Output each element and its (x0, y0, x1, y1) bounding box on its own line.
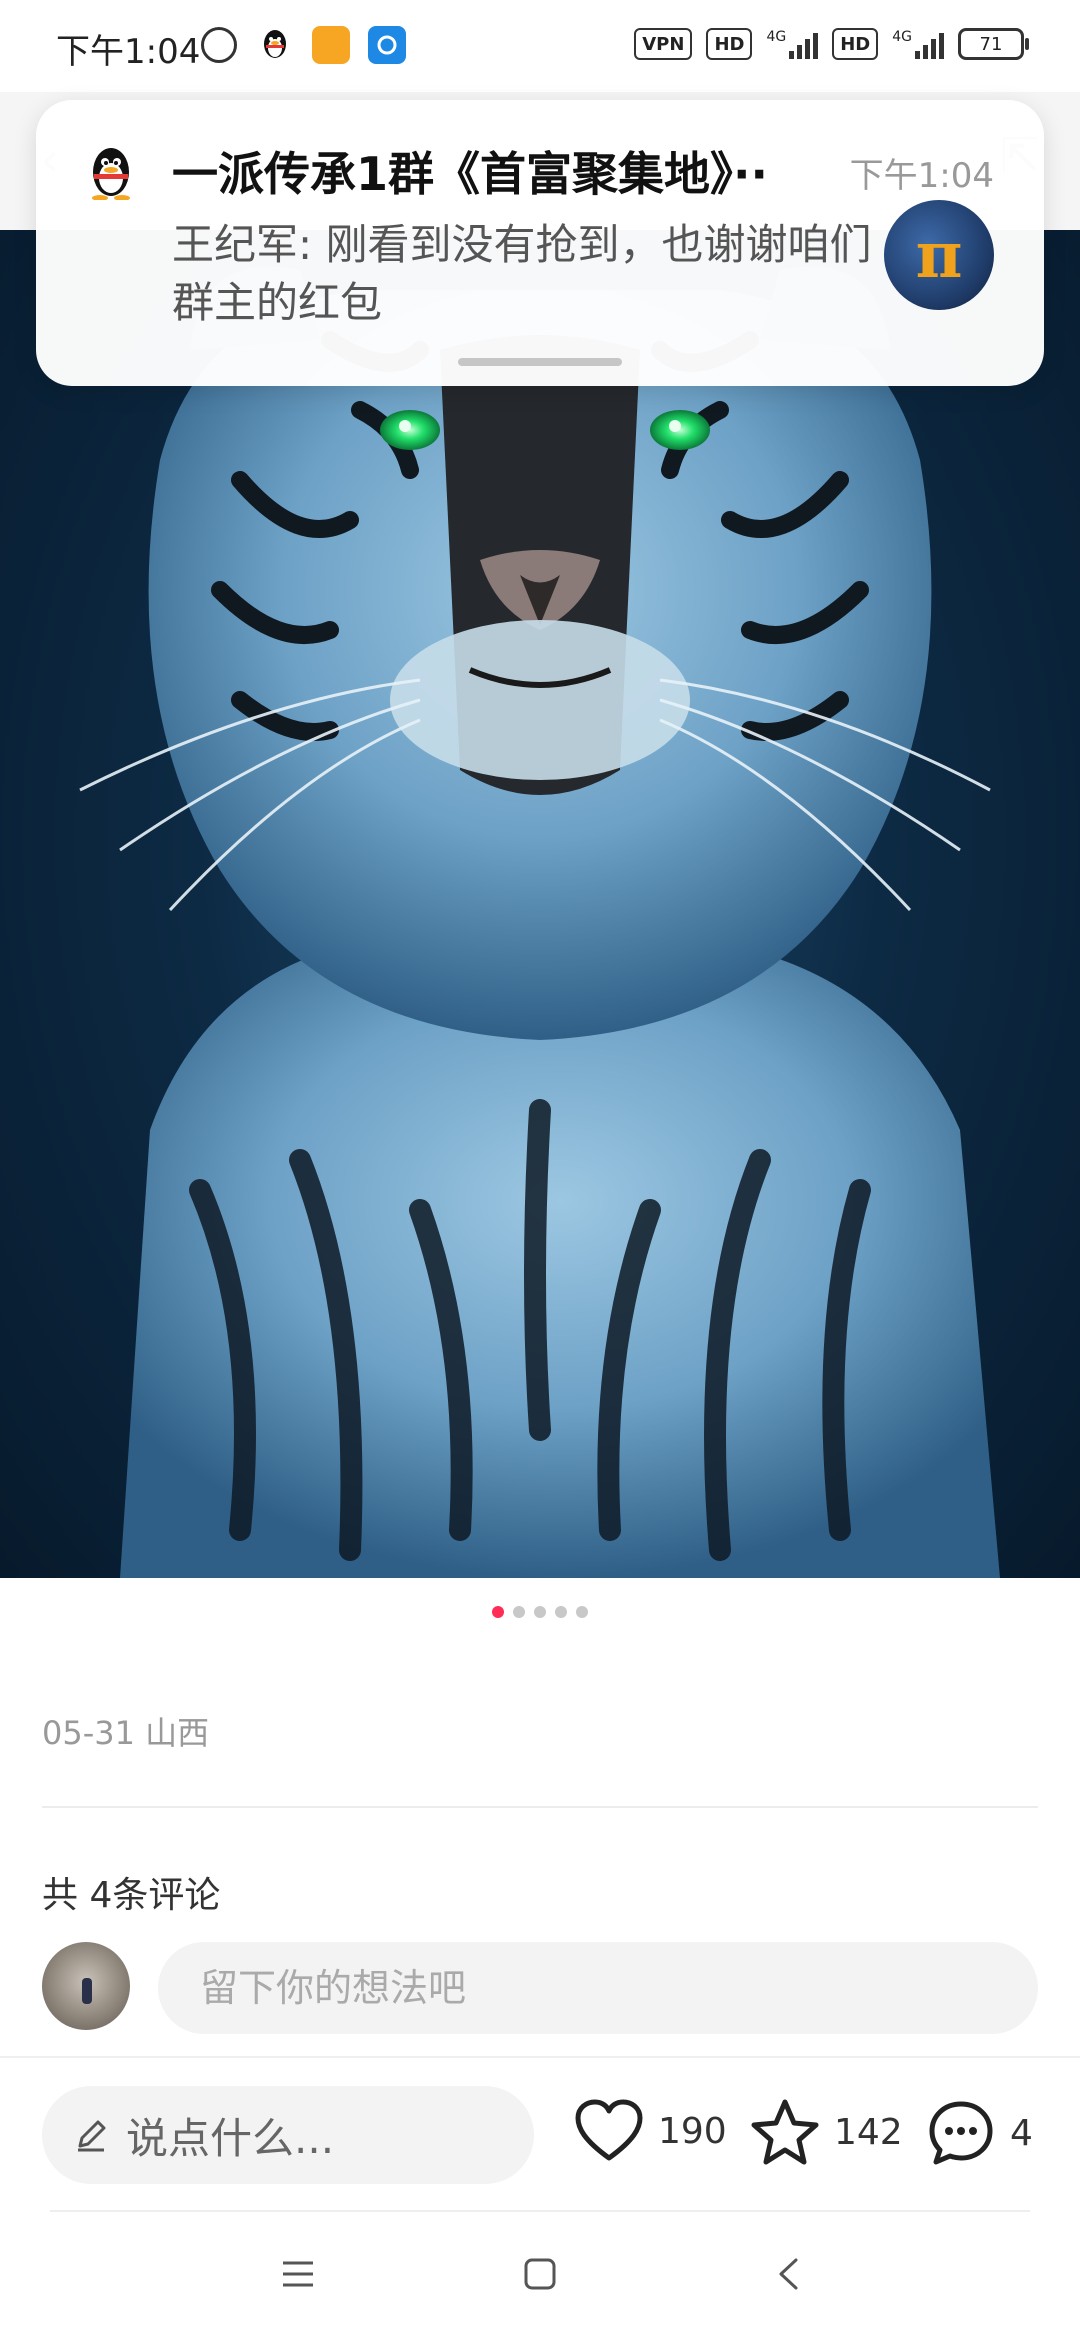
network-type-label: 4G (766, 29, 787, 45)
favorite-count: 142 (834, 2111, 903, 2153)
system-nav-bar (0, 2214, 1080, 2340)
hd-badge-2: HD (832, 28, 879, 60)
comment-composer (42, 1942, 1038, 2034)
network-type-label-2: 4G (892, 29, 912, 45)
notification-title: 一派传承1群《首富聚集地》·· (172, 147, 768, 201)
signal-icon: 4G (766, 29, 819, 59)
pager-dot[interactable] (555, 1606, 567, 1618)
qq-penguin-icon (92, 148, 130, 200)
say-something-input[interactable]: 说点什么... (42, 2086, 534, 2184)
notification-banner[interactable]: 一派传承1群《首富聚集地》·· 下午1:04 王纪军: 刚看到没有抢到，也谢谢咱… (36, 100, 1044, 386)
signal-icon-2: 4G (892, 29, 944, 59)
divider (50, 2210, 1030, 2212)
tiger-illustration (79, 266, 1000, 1578)
status-notification-icons (200, 26, 406, 64)
heart-icon (575, 2099, 643, 2161)
image-pager (0, 1606, 1080, 1618)
pager-dot[interactable] (534, 1606, 546, 1618)
qq-icon (256, 26, 294, 64)
like-count: 190 (658, 2110, 727, 2152)
battery-level: 71 (979, 33, 1003, 55)
blue-app-icon (368, 26, 406, 64)
notification-drag-handle[interactable] (458, 358, 622, 366)
folder-app-icon (312, 26, 350, 64)
post-date-location: 05-31 山西 (42, 1714, 210, 1752)
pager-dot[interactable] (513, 1606, 525, 1618)
notification-message: 王纪军: 刚看到没有抢到，也谢谢咱们群主的红包 (172, 220, 872, 327)
back-icon[interactable] (768, 2254, 808, 2294)
status-time: 下午1:04 (56, 32, 201, 72)
vpn-badge: VPN (634, 28, 693, 60)
pager-dot[interactable] (576, 1606, 588, 1618)
status-system-icons: VPN HD 4G HD 4G 71 (634, 28, 1029, 60)
user-avatar[interactable] (42, 1942, 130, 2030)
sender-avatar: π (884, 200, 994, 310)
hd-badge: HD (706, 28, 753, 60)
star-icon (751, 2099, 819, 2165)
comment-bubble-icon (929, 2101, 993, 2165)
menu-icon[interactable] (278, 2254, 318, 2294)
comment-button[interactable]: 4 (926, 2098, 1033, 2168)
status-bar: 下午1:04 VPN HD 4G HD 4G 71 (0, 0, 1080, 92)
notification-time: 下午1:04 (849, 156, 994, 196)
say-something-placeholder: 说点什么... (126, 2113, 335, 2163)
post-image[interactable] (0, 230, 1080, 1578)
action-bar: 说点什么... 190 142 4 (0, 2056, 1080, 2214)
comment-count-number: 4 (1010, 2112, 1033, 2154)
pager-dot-active[interactable] (492, 1606, 504, 1618)
comment-count: 共 4条评论 (42, 1875, 221, 1916)
like-button[interactable]: 190 (574, 2098, 727, 2164)
alarm-icon (200, 26, 238, 64)
divider (42, 1806, 1038, 1808)
favorite-button[interactable]: 142 (750, 2098, 903, 2166)
home-icon[interactable] (520, 2254, 560, 2294)
battery-icon: 71 (958, 28, 1029, 60)
pencil-icon (78, 2120, 106, 2152)
comment-input[interactable] (158, 1942, 1038, 2034)
